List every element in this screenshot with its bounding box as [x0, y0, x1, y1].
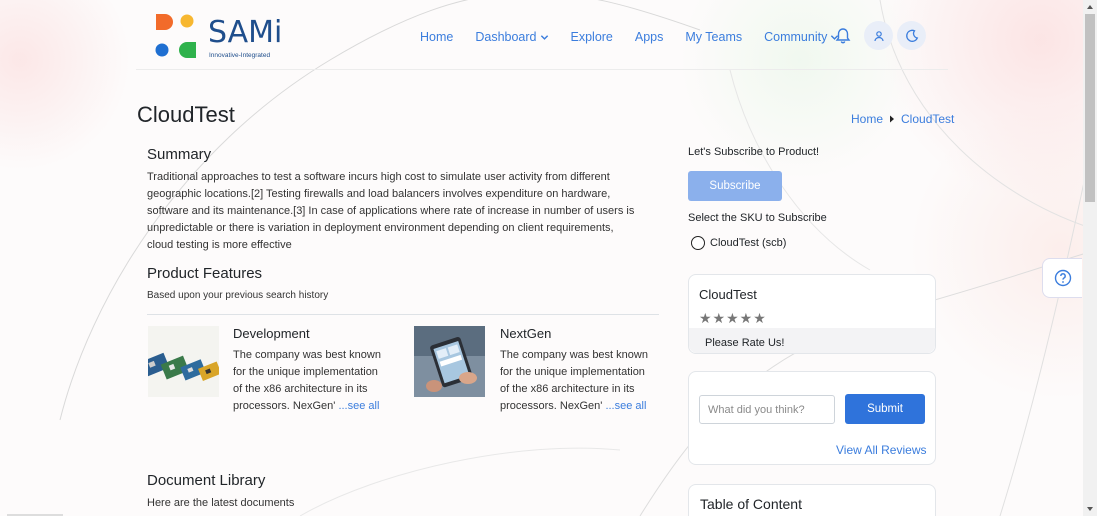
chevron-down-icon: [540, 34, 548, 40]
review-input[interactable]: [699, 395, 835, 424]
toc-heading: Table of Content: [700, 496, 802, 512]
card-line: for the unique implementation: [233, 366, 378, 378]
brand-name: SAMi: [208, 15, 283, 50]
rating-stars[interactable]: ★★★★★: [699, 310, 767, 327]
summary-line: Traditional approaches to test a softwar…: [147, 171, 610, 183]
card-line: of the x86 architecture in its: [500, 383, 635, 395]
card-line: processors. NexGen': [233, 400, 336, 412]
breadcrumb-current[interactable]: CloudTest: [901, 112, 954, 126]
help-icon: [1054, 269, 1071, 287]
summary-line: cloud testing is more effective: [147, 239, 292, 251]
divider: [147, 314, 659, 315]
subscribe-prompt: Let's Subscribe to Product!: [688, 146, 820, 158]
rating-product-name: CloudTest: [699, 287, 757, 302]
summary-line: unpredictable or there is variation in d…: [147, 222, 614, 234]
nav-apps[interactable]: Apps: [635, 30, 664, 44]
card-line: for the unique implementation: [500, 366, 645, 378]
page: SAMi Innovative-Integrated Home Dashboar…: [0, 0, 1083, 516]
nav-dashboard-label: Dashboard: [475, 30, 537, 44]
features-heading: Product Features: [147, 265, 263, 282]
tablet-hands-image: [414, 326, 485, 397]
nav-explore-label: Explore: [570, 30, 613, 44]
brand-logo[interactable]: SAMi Innovative-Integrated: [154, 12, 294, 62]
scroll-up-arrow-icon[interactable]: [1086, 3, 1094, 11]
scroll-down-arrow-icon[interactable]: [1086, 505, 1094, 513]
submit-button[interactable]: Submit: [845, 394, 925, 424]
nextgen-image[interactable]: [414, 326, 485, 397]
page-title: CloudTest: [137, 102, 235, 127]
main-nav: Home Dashboard Explore Apps My Teams Com…: [420, 26, 861, 48]
scrollbar-thumb[interactable]: [1085, 14, 1095, 202]
view-all-reviews-link[interactable]: View All Reviews: [836, 443, 926, 457]
nav-home[interactable]: Home: [420, 30, 453, 44]
nav-explore[interactable]: Explore: [571, 30, 613, 44]
nav-my-teams[interactable]: My Teams: [685, 30, 742, 44]
user-icon: [873, 30, 884, 41]
card-title[interactable]: NextGen: [500, 326, 551, 341]
document-library-subtitle: Here are the latest documents: [147, 497, 295, 509]
card-description: The company was best known for the uniqu…: [233, 347, 393, 415]
nav-community[interactable]: Community: [764, 30, 839, 44]
see-all-link[interactable]: ...see all: [605, 400, 646, 412]
subscribe-button[interactable]: Subscribe: [688, 171, 782, 201]
nav-dashboard[interactable]: Dashboard: [475, 30, 548, 44]
summary-text: Traditional approaches to test a softwar…: [147, 169, 667, 254]
card-line-last: processors. NexGen' ...see all: [500, 398, 660, 415]
card-line: of the x86 architecture in its: [233, 383, 368, 395]
card-line: The company was best known: [500, 349, 648, 361]
nav-community-label: Community: [764, 30, 828, 44]
see-all-link[interactable]: ...see all: [338, 400, 379, 412]
user-button[interactable]: [864, 21, 893, 50]
sku-radio[interactable]: [691, 236, 705, 250]
development-image[interactable]: [148, 326, 219, 397]
card-title[interactable]: Development: [233, 326, 310, 341]
circuit-boards-image: [148, 326, 219, 397]
bell-icon[interactable]: [834, 27, 852, 45]
features-subtitle: Based upon your previous search history: [147, 290, 329, 301]
vertical-scrollbar[interactable]: [1083, 0, 1097, 516]
breadcrumb-home[interactable]: Home: [851, 112, 883, 126]
rate-prompt: Please Rate Us!: [705, 337, 785, 349]
nav-apps-label: Apps: [634, 30, 664, 44]
summary-line: software and its maintenance.[3] In case…: [147, 205, 635, 217]
nav-my-teams-label: My Teams: [685, 30, 743, 44]
site-header: SAMi Innovative-Integrated Home Dashboar…: [136, 2, 948, 70]
sku-option[interactable]: CloudTest (scb): [691, 236, 786, 250]
theme-toggle-button[interactable]: [897, 21, 926, 50]
sku-prompt: Select the SKU to Subscribe: [688, 212, 827, 224]
sku-option-label: CloudTest (scb): [710, 237, 787, 249]
brand-tagline: Innovative-Integrated: [209, 52, 271, 59]
breadcrumb: Home CloudTest: [851, 112, 954, 126]
header-actions: [834, 21, 930, 50]
nav-home-label: Home: [420, 30, 454, 44]
summary-heading: Summary: [147, 146, 212, 163]
caret-right-icon: [890, 115, 895, 123]
card-line: The company was best known: [233, 349, 381, 361]
card-description: The company was best known for the uniqu…: [500, 347, 660, 415]
document-library-heading: Document Library: [147, 472, 266, 489]
card-line: processors. NexGen': [500, 400, 603, 412]
card-line-last: processors. NexGen' ...see all: [233, 398, 393, 415]
sami-logo-mark: [155, 14, 196, 58]
moon-icon: [905, 29, 918, 42]
summary-line: geographic locations.[2] Testing firewal…: [147, 188, 611, 200]
help-button[interactable]: [1042, 258, 1082, 298]
